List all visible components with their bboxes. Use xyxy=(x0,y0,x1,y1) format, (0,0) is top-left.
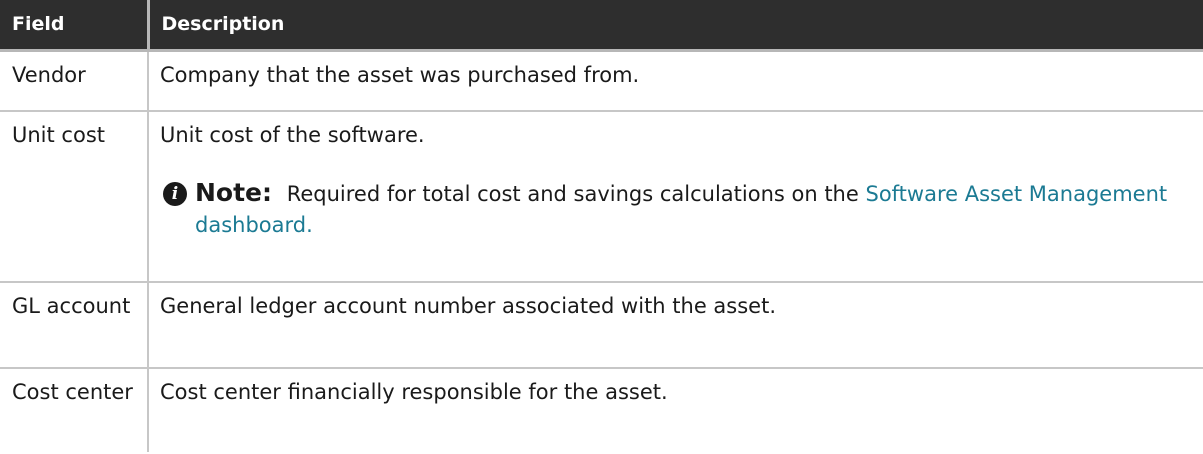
note-text: Required for total cost and savings calc… xyxy=(286,182,859,206)
table-row: Unit cost Unit cost of the software. i N… xyxy=(0,111,1203,283)
table-row: GL account General ledger account number… xyxy=(0,282,1203,369)
table-row: Cost center Cost center financially resp… xyxy=(0,368,1203,452)
note-body: Note: Required for total cost and saving… xyxy=(195,177,1193,241)
field-cell-cost-center: Cost center xyxy=(0,368,149,452)
note-label: Note: xyxy=(195,178,273,207)
note-callout: i Note: Required for total cost and savi… xyxy=(160,177,1193,241)
column-header-description: Description xyxy=(148,0,1203,52)
info-icon: i xyxy=(163,182,187,206)
description-cell-cost-center: Cost center financially responsible for … xyxy=(160,380,668,404)
unit-cost-description: Unit cost of the software. xyxy=(160,123,425,147)
field-cell-gl-account: GL account xyxy=(0,282,149,369)
field-cell-unit-cost: Unit cost xyxy=(0,111,149,283)
description-cell-gl-account: General ledger account number associated… xyxy=(148,282,1203,369)
description-cell-unit-cost: Unit cost of the software. i Note: Requi… xyxy=(148,111,1203,283)
description-cell-vendor: Company that the asset was purchased fro… xyxy=(148,50,1203,112)
table-header-row: Field Description xyxy=(0,0,1203,52)
table-row: Vendor Company that the asset was purcha… xyxy=(0,50,1203,112)
field-description-table: Field Description Vendor Company that th… xyxy=(0,0,1203,452)
column-header-field: Field xyxy=(0,0,150,52)
field-cell-vendor: Vendor xyxy=(0,50,149,112)
